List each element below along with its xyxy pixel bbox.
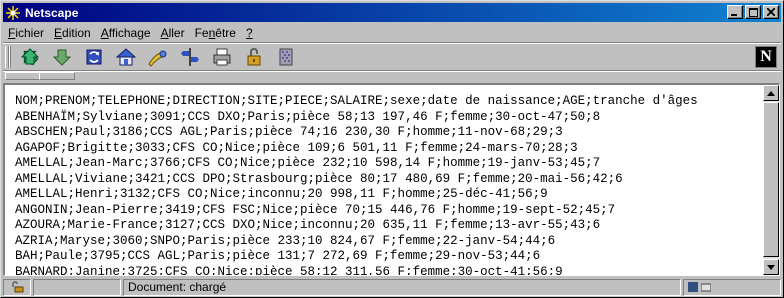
menu-help[interactable]: ?	[241, 26, 258, 40]
collapsed-location-tab[interactable]	[5, 72, 41, 80]
forward-button[interactable]	[49, 45, 75, 69]
menu-fenetre-pre: Fe	[194, 26, 209, 40]
navigation-toolbar: N	[3, 44, 781, 70]
netscape-app-icon	[5, 4, 21, 21]
minimize-icon	[731, 14, 737, 16]
text-line: AZOURA;Marie-France;3127;CCS DXO;Nice;in…	[15, 218, 601, 232]
window-title: Netscape	[25, 5, 79, 20]
reload-icon	[86, 49, 102, 65]
menu-fenetre[interactable]: Fenêtre	[190, 26, 241, 40]
scrollbar-thumb[interactable]	[763, 102, 779, 257]
back-button[interactable]	[17, 45, 43, 69]
print-icon	[213, 48, 231, 66]
text-line: ANGONIN;Jean-Pierre;3419;CFS FSC;Nice;pi…	[15, 202, 616, 217]
status-security-cell[interactable]	[3, 278, 31, 296]
menu-aller[interactable]: Aller	[156, 26, 190, 40]
menu-fichier[interactable]: Fichier	[3, 26, 49, 40]
guide-icon	[181, 48, 199, 66]
security-button[interactable]	[241, 45, 267, 69]
scroll-up-button[interactable]	[763, 85, 779, 101]
status-text: Document: chargé	[128, 280, 227, 294]
search-button[interactable]	[145, 45, 171, 69]
unlocked-security-icon	[12, 281, 24, 293]
close-button[interactable]	[763, 5, 779, 19]
menu-affichage-label: ffichage	[108, 26, 151, 40]
text-line: AZRIA;Maryse;3060;SNPO;Paris;pièce 233;1…	[15, 233, 556, 248]
vertical-scrollbar[interactable]	[763, 85, 779, 275]
collapsed-toolbars	[3, 72, 781, 81]
page-content[interactable]: NOM;PRENOM;TELEPHONE;DIRECTION;SITE;PIEC…	[3, 83, 780, 276]
text-line: BARNARD;Janine;3725;CFS CO;Nice;pièce 58…	[15, 264, 563, 276]
toolbar-grip[interactable]	[5, 46, 11, 68]
text-line: NOM;PRENOM;TELEPHONE;DIRECTION;SITE;PIEC…	[15, 94, 698, 108]
window-controls	[725, 5, 779, 19]
maximize-button[interactable]	[745, 5, 761, 19]
guide-button[interactable]	[177, 45, 203, 69]
title-bar[interactable]: Netscape	[3, 3, 781, 22]
document-text: NOM;PRENOM;TELEPHONE;DIRECTION;SITE;PIEC…	[15, 94, 765, 276]
text-line: ABSCHEN;Paul;3186;CCS AGL;Paris;pièce 74…	[15, 125, 563, 139]
scroll-down-button[interactable]	[763, 259, 779, 275]
close-icon	[767, 8, 775, 16]
home-button[interactable]	[113, 45, 139, 69]
menu-help-label: ?	[245, 26, 253, 40]
collapsed-personal-tab[interactable]	[39, 72, 75, 80]
menu-edition[interactable]: Edition	[49, 26, 96, 40]
browser-window: Netscape Fichier Edition Affichage Aller…	[0, 0, 784, 298]
menu-aller-accel: A	[160, 26, 169, 40]
menu-aller-label: ller	[168, 26, 185, 40]
navigator-icon[interactable]	[688, 282, 698, 292]
text-line: ABENHAÏM;Sylviane;3091;CCS DXO;Paris;piè…	[15, 109, 601, 124]
text-line: AMELLAL;Henri;3132;CFS CO;Nice;inconnu;2…	[15, 187, 548, 201]
reload-button[interactable]	[81, 45, 107, 69]
menu-fichier-label: ichier	[15, 26, 45, 40]
stop-button[interactable]	[273, 45, 299, 69]
status-component-cell	[683, 278, 781, 296]
text-line: AMELLAL;Viviane;3421;CCS DPO;Strasbourg;…	[15, 171, 623, 186]
text-line: BAH;Paule;3795;CCS AGL;Paris;pièce 131;7…	[15, 249, 541, 263]
security-icon	[247, 47, 261, 66]
mail-icon[interactable]	[701, 282, 711, 292]
menu-affichage-accel: A	[100, 26, 109, 40]
maximize-icon	[748, 7, 758, 17]
text-line: AMELLAL;Jean-Marc;3766;CFS CO;Nice;pièce…	[15, 156, 601, 170]
status-progress-cell	[33, 278, 121, 296]
netscape-logo[interactable]: N	[755, 46, 777, 68]
menu-edition-label: dition	[62, 26, 91, 40]
search-icon	[148, 50, 167, 67]
menu-edition-accel: E	[54, 26, 63, 40]
status-message-cell: Document: chargé	[123, 278, 681, 296]
status-bar: Document: chargé	[3, 278, 781, 296]
component-icons	[684, 282, 711, 292]
home-icon	[115, 48, 137, 66]
arrow-down-icon	[767, 264, 775, 270]
back-icon	[20, 48, 40, 66]
minimize-button[interactable]	[727, 5, 743, 19]
menu-bar: Fichier Edition Affichage Aller Fenêtre …	[3, 24, 258, 42]
forward-icon	[52, 49, 72, 66]
arrow-up-icon	[767, 90, 775, 96]
menu-affichage[interactable]: Affichage	[96, 26, 156, 40]
stop-icon	[279, 48, 293, 66]
menu-fenetre-label: être	[215, 26, 236, 40]
text-line: AGAPOF;Brigitte;3033;CFS CO;Nice;pièce 1…	[15, 140, 578, 155]
print-button[interactable]	[209, 45, 235, 69]
